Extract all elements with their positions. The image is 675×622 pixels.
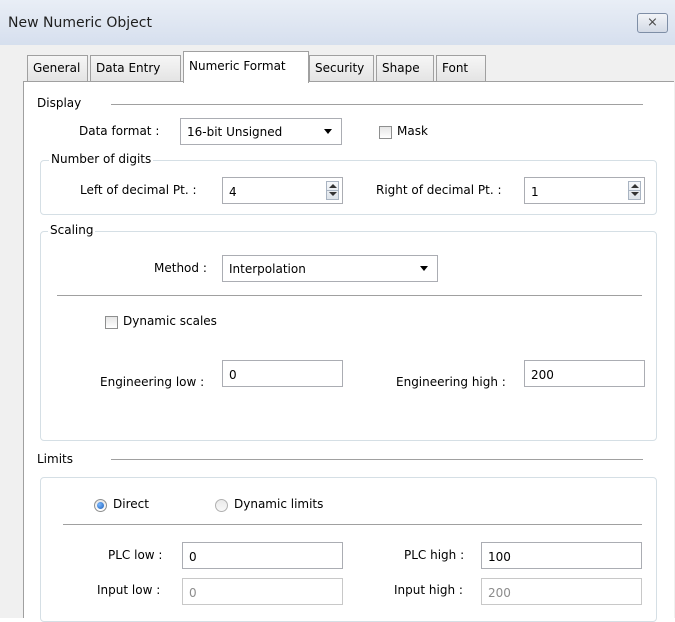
radio-selected-dot bbox=[97, 502, 104, 509]
limits-divider bbox=[111, 459, 643, 460]
left-decimal-stepper[interactable]: 4 bbox=[222, 177, 343, 204]
eng-high-input[interactable]: 200 bbox=[524, 360, 645, 387]
input-high-value: 200 bbox=[488, 586, 511, 600]
left-decimal-label: Left of decimal Pt. : bbox=[80, 183, 197, 197]
dynamic-scales-label: Dynamic scales bbox=[123, 314, 217, 328]
dynamic-limits-label: Dynamic limits bbox=[234, 497, 324, 511]
plc-high-value: 100 bbox=[488, 550, 511, 564]
limits-header: Limits bbox=[37, 452, 73, 466]
spin-arrows-icon[interactable] bbox=[628, 181, 641, 200]
dynamic-scales-checkbox[interactable] bbox=[105, 316, 118, 329]
mask-checkbox[interactable] bbox=[379, 126, 392, 139]
eng-low-input[interactable]: 0 bbox=[222, 360, 343, 387]
right-decimal-label: Right of decimal Pt. : bbox=[376, 183, 502, 197]
plc-high-label: PLC high : bbox=[404, 548, 465, 562]
method-select[interactable]: Interpolation bbox=[222, 255, 438, 282]
method-label: Method : bbox=[154, 261, 207, 275]
tab-data-entry[interactable]: Data Entry bbox=[90, 55, 181, 81]
input-low-input[interactable]: 0 bbox=[182, 578, 343, 605]
direct-label: Direct bbox=[113, 497, 149, 511]
display-header: Display bbox=[37, 96, 82, 110]
tab-shape[interactable]: Shape bbox=[376, 55, 434, 81]
data-format-select[interactable]: 16-bit Unsigned bbox=[180, 118, 342, 145]
input-low-label: Input low : bbox=[97, 583, 161, 597]
right-decimal-value: 1 bbox=[531, 185, 539, 199]
spin-arrows-icon[interactable] bbox=[326, 181, 339, 200]
digits-header: Number of digits bbox=[49, 152, 154, 166]
scaling-header: Scaling bbox=[48, 223, 96, 237]
left-decimal-value: 4 bbox=[229, 185, 237, 199]
data-format-value: 16-bit Unsigned bbox=[187, 125, 283, 139]
tab-numeric-format[interactable]: Numeric Format bbox=[183, 51, 309, 83]
window-title: New Numeric Object bbox=[8, 15, 152, 31]
input-high-input[interactable]: 200 bbox=[481, 578, 642, 605]
eng-high-value: 200 bbox=[531, 368, 554, 382]
plc-low-label: PLC low : bbox=[108, 548, 163, 562]
tab-general[interactable]: General bbox=[27, 55, 88, 81]
mask-label: Mask bbox=[397, 124, 428, 138]
eng-low-value: 0 bbox=[229, 368, 237, 382]
close-button[interactable]: ⨯ bbox=[637, 13, 668, 33]
chevron-down-icon bbox=[324, 129, 332, 134]
plc-high-input[interactable]: 100 bbox=[481, 542, 642, 569]
limits-inner-divider bbox=[63, 524, 642, 525]
method-value: Interpolation bbox=[229, 262, 306, 276]
display-divider bbox=[111, 104, 643, 105]
plc-low-value: 0 bbox=[189, 550, 197, 564]
eng-low-label: Engineering low : bbox=[100, 375, 205, 389]
chevron-down-icon bbox=[420, 266, 428, 271]
direct-radio[interactable] bbox=[94, 499, 107, 512]
right-decimal-stepper[interactable]: 1 bbox=[524, 177, 645, 204]
scaling-divider bbox=[57, 295, 642, 296]
close-icon: ⨯ bbox=[647, 15, 658, 30]
input-high-label: Input high : bbox=[394, 583, 463, 597]
dynamic-limits-radio[interactable] bbox=[215, 499, 228, 512]
tab-security[interactable]: Security bbox=[309, 55, 374, 81]
tab-font[interactable]: Font bbox=[436, 55, 486, 81]
eng-high-label: Engineering high : bbox=[396, 375, 506, 389]
input-low-value: 0 bbox=[189, 586, 197, 600]
plc-low-input[interactable]: 0 bbox=[182, 542, 343, 569]
data-format-label: Data format : bbox=[79, 124, 160, 138]
